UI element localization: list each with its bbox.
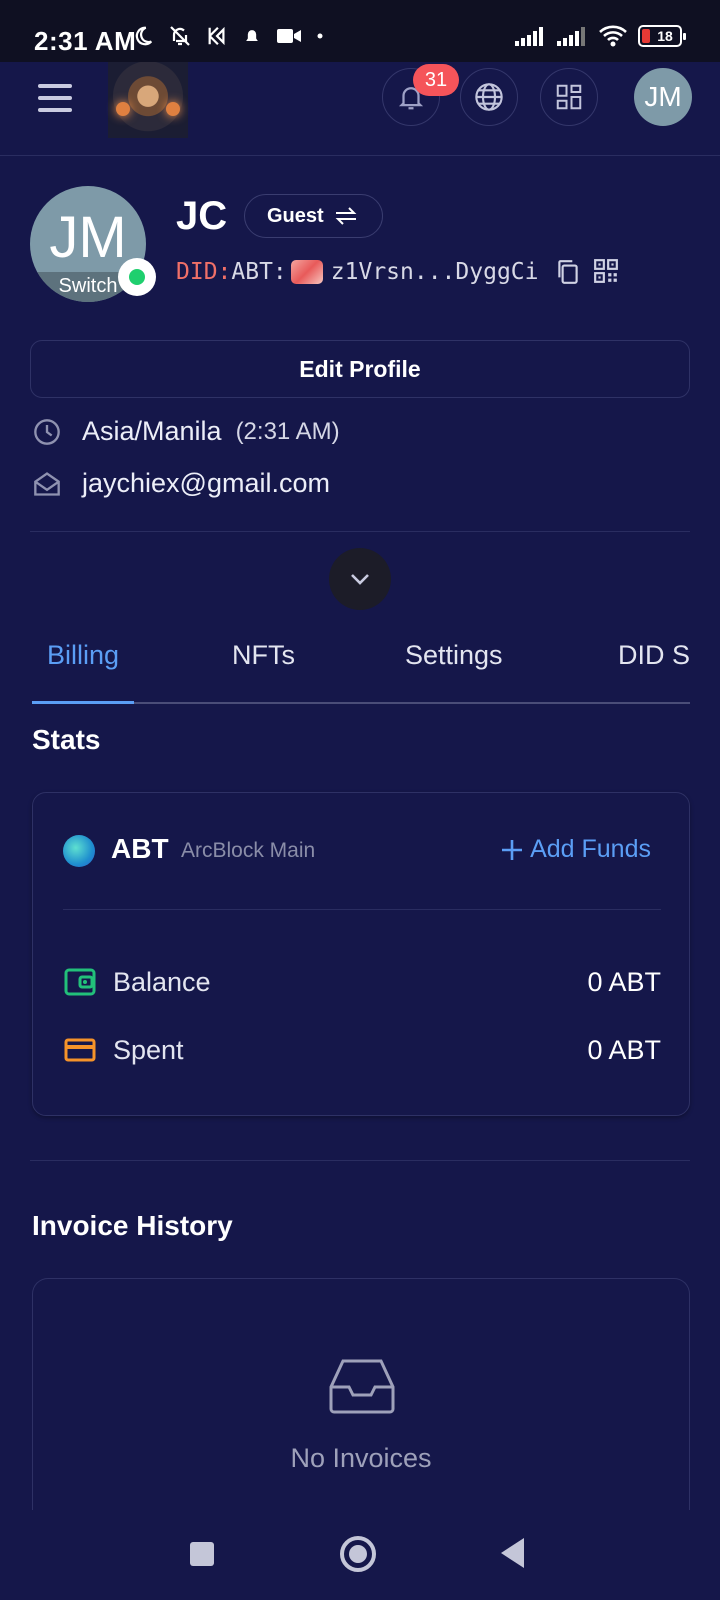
add-funds-label: Add Funds — [530, 835, 651, 863]
invoice-history-title: Invoice History — [32, 1210, 233, 1241]
online-status-indicator — [118, 258, 156, 296]
did-address: DID: ABT: z1Vrsn...DyggCi — [176, 258, 619, 286]
did-avatar-swatch — [290, 260, 323, 284]
swap-icon — [335, 207, 357, 225]
timezone-row: Asia/Manila (2:31 AM) — [32, 416, 340, 447]
spent-value: 0 ABT — [587, 1034, 661, 1065]
signal-icon — [557, 27, 585, 46]
mail-open-icon — [32, 469, 62, 499]
spent-row: Spent 0 ABT — [63, 1033, 661, 1067]
tab-nfts[interactable]: NFTs — [232, 640, 295, 671]
status-time: 2:31 AM — [34, 26, 137, 56]
role-switch-chip[interactable]: Guest — [244, 194, 383, 238]
bell-off-icon — [170, 26, 190, 46]
balance-label: Balance — [113, 966, 211, 997]
status-icons-left — [132, 24, 324, 48]
empty-invoices-text: No Invoices — [290, 1443, 432, 1473]
plus-icon — [502, 839, 523, 860]
balance-value: 0 ABT — [587, 966, 661, 997]
invoice-history-card: No Invoices — [32, 1278, 690, 1538]
local-time-text: (2:31 AM) — [235, 417, 340, 445]
battery-icon: 18 — [638, 25, 686, 47]
moon-icon — [135, 26, 153, 46]
user-avatar[interactable]: JM — [634, 68, 692, 126]
battery-level: 18 — [657, 28, 673, 44]
globe-icon — [475, 83, 503, 111]
edit-profile-button[interactable]: Edit Profile — [30, 340, 690, 398]
home-icon[interactable] — [338, 1534, 378, 1574]
token-network: ArcBlock Main — [181, 839, 316, 862]
wifi-icon — [599, 25, 627, 47]
token-name: ABT — [111, 833, 169, 864]
apps-button[interactable] — [540, 68, 598, 126]
did-type: ABT: — [231, 259, 287, 285]
credit-card-icon — [63, 1033, 97, 1067]
menu-icon[interactable] — [38, 84, 72, 112]
abt-token-icon — [63, 835, 95, 867]
email-text: jaychiex@gmail.com — [82, 468, 330, 498]
email-row: jaychiex@gmail.com — [32, 468, 330, 499]
active-tab-indicator — [32, 701, 134, 704]
language-button[interactable] — [460, 68, 518, 126]
k-app-icon — [208, 26, 225, 46]
signal-icon — [515, 27, 543, 46]
stats-card-divider — [63, 909, 661, 910]
stats-card: ABT ArcBlock Main Add Funds Balance 0 AB… — [32, 792, 690, 1116]
role-label: Guest — [267, 204, 324, 227]
status-icons-right: 18 — [514, 24, 686, 48]
tab-did-spaces[interactable]: DID S — [618, 640, 690, 671]
app-header: 31 JM — [0, 62, 720, 156]
spent-label: Spent — [113, 1034, 184, 1065]
qr-code-icon[interactable] — [593, 258, 619, 284]
did-prefix: DID: — [176, 259, 232, 285]
back-icon[interactable] — [498, 1536, 528, 1570]
inbox-icon — [329, 1359, 395, 1414]
profile-name: JC — [176, 194, 228, 238]
expand-profile-button[interactable] — [329, 548, 391, 610]
bell-icon — [246, 30, 258, 44]
section-divider — [30, 1160, 690, 1161]
dot-icon — [317, 33, 323, 39]
timezone-text: Asia/Manila — [82, 416, 222, 446]
app-logo[interactable] — [108, 62, 188, 138]
chevron-down-icon — [351, 574, 369, 585]
clock-icon — [32, 417, 62, 447]
did-value: z1Vrsn...DyggCi — [330, 259, 539, 285]
add-funds-button[interactable]: Add Funds — [500, 835, 651, 864]
video-icon — [277, 29, 301, 43]
stats-title: Stats — [32, 724, 101, 755]
copy-icon[interactable] — [555, 258, 581, 286]
profile-divider — [30, 531, 690, 532]
tab-settings[interactable]: Settings — [405, 640, 503, 671]
profile-tabs: Billing NFTs Settings DID S — [0, 624, 720, 704]
wallet-icon — [63, 965, 97, 999]
notification-badge: 31 — [413, 64, 459, 96]
recent-apps-icon[interactable] — [188, 1540, 216, 1568]
grid-icon — [556, 84, 582, 110]
status-bar: 2:31 AM 18 — [0, 0, 720, 62]
balance-row: Balance 0 ABT — [63, 965, 661, 999]
tab-billing[interactable]: Billing — [47, 640, 119, 671]
system-nav-bar — [0, 1510, 720, 1600]
